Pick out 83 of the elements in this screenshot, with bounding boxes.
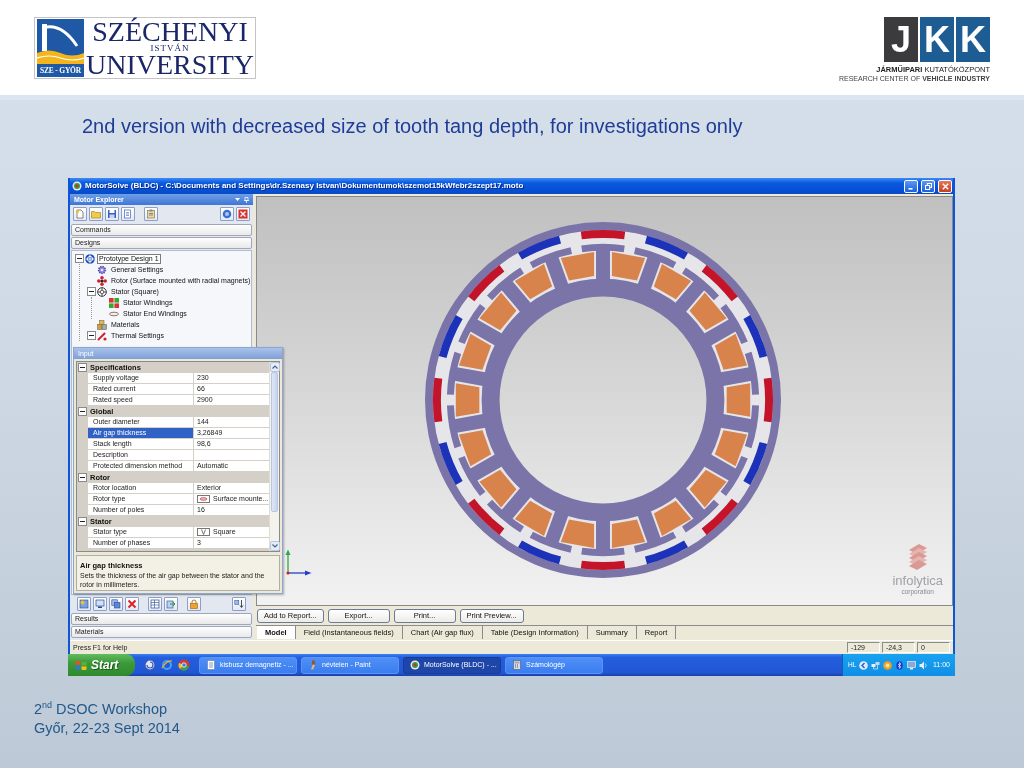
lock-icon (189, 598, 199, 609)
axis-triad-icon (284, 549, 312, 576)
document-button[interactable] (121, 207, 135, 221)
delete-icon (127, 598, 137, 609)
export-button[interactable] (164, 596, 178, 611)
footer-text: 2$^{nd}$ DSOC Workshop (34, 700, 168, 719)
start-button[interactable]: Start (68, 654, 135, 676)
swirl-icon[interactable] (144, 659, 156, 671)
pin-icon[interactable] (244, 196, 249, 203)
collapse-icon[interactable] (75, 254, 84, 263)
segmented-circle-icon (97, 286, 107, 297)
clipboard-button[interactable] (144, 207, 158, 221)
window-title: MotorSolve (BLDC) - C:\Documents and Settings\dr.Szenasy Istvan\Dokumentumok\szemot15kWfebr2szept17.moto (85, 181, 525, 191)
lock-button[interactable] (187, 596, 201, 611)
grid-plus-icon (79, 598, 89, 609)
logo-letter-tile: K (920, 17, 954, 62)
speaker-icon[interactable] (919, 660, 929, 670)
oval-symbol-icon (197, 495, 210, 503)
export-icon (166, 598, 176, 609)
close-icon (941, 182, 949, 190)
dropdown-caret-icon[interactable] (235, 198, 240, 201)
scroll-up-icon[interactable] (270, 362, 280, 372)
copy-icon (111, 598, 121, 609)
table-icon (150, 598, 160, 609)
document-icon (123, 209, 133, 219)
monitor-icon (95, 598, 105, 609)
restore-icon (924, 182, 932, 190)
folder-button[interactable] (89, 207, 103, 221)
paint-brush-icon (308, 660, 318, 670)
floppy-disk-button[interactable] (105, 207, 119, 221)
new-document-button[interactable] (73, 207, 87, 221)
new-document-icon (75, 209, 85, 219)
monitor-button[interactable] (93, 596, 107, 611)
slide-title: 2nd version with decreased size of tooth tang depth, for investigations only (82, 114, 743, 138)
disc-icon[interactable] (883, 660, 893, 670)
collapse-icon[interactable] (78, 517, 87, 526)
logo-letter-tile: K (956, 17, 990, 62)
clipboard-icon (146, 209, 156, 219)
delete-button[interactable] (125, 596, 139, 611)
calculator-icon (512, 660, 522, 670)
collapse-icon[interactable] (78, 407, 87, 416)
copy-button[interactable] (109, 596, 123, 611)
footer-text: Győr, 22-23 Sept 2014 (34, 719, 180, 738)
circle-cross-icon (85, 253, 95, 264)
globe-icon[interactable] (161, 659, 173, 671)
thermometer-icon (97, 330, 107, 341)
university-name: ISTVÁN (150, 43, 190, 53)
windows-flag-icon (75, 659, 87, 671)
document-icon (206, 660, 216, 670)
slot-symbol-icon (197, 528, 210, 536)
close-icon (238, 209, 248, 219)
browser-icon[interactable] (178, 659, 190, 671)
university-name: UNIVERSITY (86, 53, 254, 76)
scrollbar[interactable] (269, 362, 279, 551)
folder-icon (91, 209, 101, 219)
restore-button[interactable] (921, 179, 935, 193)
ring-icon (222, 209, 232, 219)
gear-icon (97, 264, 107, 275)
square-grid-icon (109, 297, 119, 308)
close-button[interactable] (236, 207, 250, 221)
scroll-down-icon[interactable] (270, 541, 280, 551)
bluetooth-icon[interactable] (895, 660, 905, 670)
collapse-icon[interactable] (78, 363, 87, 372)
scroll-thumb[interactable] (271, 372, 278, 512)
logo-letter-tile: J (884, 17, 918, 62)
chevron-left-icon[interactable] (859, 660, 869, 670)
sort-icon (234, 598, 244, 609)
concentric-circles-icon (410, 660, 420, 670)
boxes-icon (97, 319, 107, 330)
collapse-icon[interactable] (87, 287, 96, 296)
concentric-circles-icon (72, 181, 82, 191)
sort-button[interactable] (232, 596, 246, 611)
grid-plus-button[interactable] (77, 596, 91, 611)
monitor-icon[interactable] (907, 660, 917, 670)
network-icon[interactable] (871, 660, 881, 670)
table-button[interactable] (148, 596, 162, 611)
help-button[interactable] (220, 207, 234, 221)
collapse-icon[interactable] (78, 473, 87, 482)
minimize-button[interactable] (904, 179, 918, 193)
property-value-field[interactable] (194, 450, 269, 460)
flower-icon (97, 275, 107, 286)
logo-name: infolytica (892, 574, 943, 588)
collapse-icon[interactable] (87, 331, 96, 340)
